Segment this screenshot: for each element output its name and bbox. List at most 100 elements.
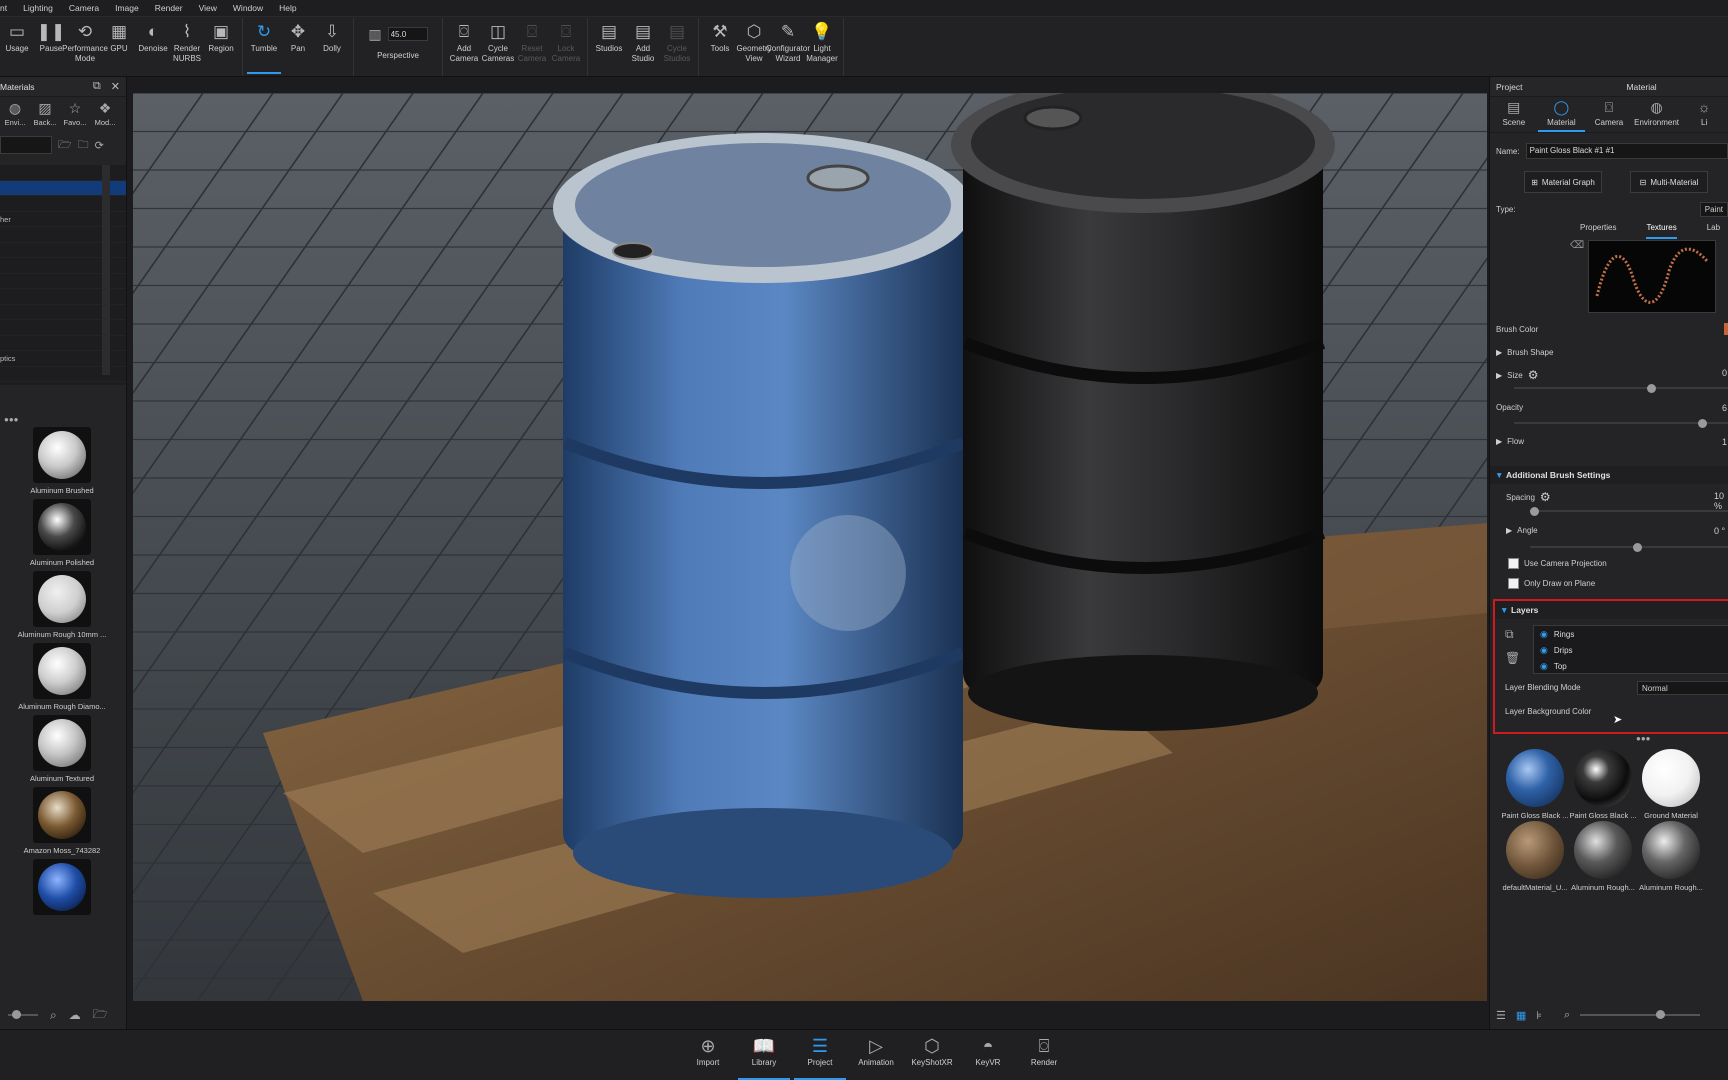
pan-button[interactable]: ✥ Pan [281, 22, 315, 74]
eye-icon[interactable]: ◉ [1540, 661, 1548, 672]
upload-cloud-icon[interactable]: ☁ [69, 1008, 81, 1022]
zoom-search-icon[interactable]: ⌕ [50, 1008, 57, 1023]
layer-item-rings[interactable]: ◉ Rings [1534, 626, 1728, 642]
dolly-button[interactable]: ⇩ Dolly [315, 22, 349, 74]
menu-help[interactable]: Help [271, 3, 304, 13]
render-viewport[interactable] [133, 93, 1487, 1001]
library-tab-mod[interactable]: ❖ Mod... [90, 100, 120, 133]
cycle-studios-button[interactable]: ▤ Cycle Studios [660, 22, 694, 74]
flow-row[interactable]: ▶ Flow [1496, 437, 1524, 446]
spacing-slider-knob[interactable] [1530, 506, 1539, 516]
layer-item-top[interactable]: ◉ Top [1534, 658, 1728, 674]
project-material-item[interactable]: Aluminum Rough... [1568, 821, 1638, 892]
cycle-cameras-button[interactable]: ◫ Cycle Cameras [481, 22, 515, 74]
project-material-item[interactable]: Aluminum Rough... [1636, 821, 1706, 892]
animation-button[interactable]: ▷ Animation [850, 1030, 902, 1080]
tab-li[interactable]: ☼ Li [1680, 99, 1728, 132]
region-button[interactable]: ▣ Region [204, 22, 238, 74]
list-view-icon[interactable]: ☰ [1496, 1009, 1506, 1022]
brush-shape-row[interactable]: ▶ Brush Shape [1496, 348, 1553, 357]
lock-camera-button[interactable]: ⌼ Lock Camera [549, 22, 583, 74]
angle-slider-knob[interactable] [1633, 542, 1642, 552]
size-row[interactable]: ▶ Size ⚙ [1496, 368, 1538, 382]
spacing-value[interactable]: 10 % [1714, 491, 1728, 511]
brush-color-swatch[interactable] [1724, 323, 1728, 335]
library-tab-back[interactable]: ▨ Back... [30, 100, 60, 133]
type-dropdown[interactable]: Paint [1699, 201, 1728, 217]
menu-view[interactable]: View [191, 3, 225, 13]
menu-window[interactable]: Window [225, 3, 271, 13]
menu-render[interactable]: Render [147, 3, 191, 13]
folder-open-icon[interactable]: 🗁 [93, 1005, 108, 1026]
menu-lighting[interactable]: Lighting [15, 3, 61, 13]
zoom-search-icon[interactable]: ⌕ [1564, 1009, 1570, 1022]
refresh-icon[interactable]: ⟳ [95, 139, 104, 152]
tools-button[interactable]: ⚒ Tools [703, 22, 737, 74]
project-material-item[interactable]: Paint Gloss Black ... [1568, 749, 1638, 820]
add-folder-icon[interactable]: 🗀 [78, 136, 89, 155]
reset-camera-button[interactable]: ⌼ Reset Camera [515, 22, 549, 74]
library-search-input[interactable] [0, 136, 52, 154]
eraser-icon[interactable]: ⌫ [1570, 240, 1584, 251]
studios-button[interactable]: ▤ Studios [592, 22, 626, 74]
thumbnail-size-slider[interactable] [8, 1010, 38, 1019]
size-slider-knob[interactable] [1647, 383, 1656, 393]
material-thumbnail[interactable] [0, 859, 124, 931]
library-tab-favo[interactable]: ☆ Favo... [60, 100, 90, 133]
menu-camera[interactable]: Camera [61, 3, 107, 13]
library-button[interactable]: 📖 Library [738, 1030, 790, 1080]
size-value[interactable]: 0 [1722, 368, 1727, 378]
render-nurbs-button[interactable]: ⌇ Render NURBS [170, 22, 204, 74]
material-thumbnail[interactable]: Aluminum Polished [0, 499, 124, 571]
library-tab-envi[interactable]: ◍ Envi... [0, 100, 30, 133]
material-thumbnail[interactable]: Aluminum Rough Diamo... [0, 643, 124, 715]
perspective-icon[interactable]: ▥ [368, 26, 381, 43]
panel-splitter-dots[interactable]: ●●● [1636, 734, 1651, 743]
performance-mode-button[interactable]: ⟲ Performance Mode [62, 22, 108, 74]
subtab-textures[interactable]: Textures [1646, 223, 1677, 239]
project-material-item[interactable]: Paint Gloss Black ... [1500, 749, 1570, 820]
tab-scene[interactable]: ▤ Scene [1490, 99, 1538, 132]
tree-view-icon[interactable]: ⊧ [1536, 1009, 1542, 1022]
gpu-button[interactable]: ▦ GPU [102, 22, 136, 74]
material-thumbnail[interactable]: Aluminum Textured [0, 715, 124, 787]
keyshotxr-button[interactable]: ⬡ KeyShotXR [906, 1030, 958, 1080]
thumbnail-size-slider[interactable] [1580, 1010, 1701, 1019]
project-material-item[interactable]: Ground Material [1636, 749, 1706, 820]
add-camera-button[interactable]: ⌼ Add Camera [447, 22, 481, 74]
use-camera-projection-checkbox[interactable] [1508, 558, 1519, 569]
angle-row[interactable]: ▶ Angle [1506, 526, 1538, 535]
tab-camera[interactable]: ⌼ Camera [1585, 99, 1633, 132]
layer-blending-dropdown[interactable]: Normal [1637, 681, 1728, 695]
material-name-input[interactable]: Paint Gloss Black #1 #1 [1525, 143, 1728, 159]
panel-splitter-dots[interactable]: ●●● [4, 415, 19, 424]
opacity-slider-knob[interactable] [1698, 418, 1707, 428]
grid-view-icon[interactable]: ▦ [1516, 1009, 1526, 1022]
add-studio-button[interactable]: ▤ Add Studio [626, 22, 660, 74]
render-button[interactable]: ⌼ Render [1018, 1030, 1070, 1080]
gear-icon[interactable]: ⚙ [1540, 490, 1551, 504]
angle-value[interactable]: 0 ° [1714, 526, 1725, 536]
eye-icon[interactable]: ◉ [1540, 645, 1548, 656]
light-manager-button[interactable]: 💡 Light Manager [805, 22, 839, 74]
use-camera-projection-row[interactable]: Use Camera Projection [1508, 558, 1607, 569]
tab-environment[interactable]: ◍ Environment [1633, 99, 1681, 132]
spacing-slider[interactable] [1530, 506, 1728, 516]
opacity-value[interactable]: 6 [1722, 403, 1727, 413]
layers-header[interactable]: ▼ Layers [1495, 601, 1728, 619]
tab-material[interactable]: ◯ Material [1537, 99, 1586, 132]
usage-button[interactable]: ▭ Usage [0, 22, 34, 74]
opacity-slider[interactable] [1514, 418, 1728, 428]
material-thumbnail[interactable]: Aluminum Rough 10mm ... [0, 571, 124, 643]
project-material-item[interactable]: defaultMaterial_U... [1500, 821, 1570, 892]
additional-brush-settings-header[interactable]: ▼ Additional Brush Settings [1490, 466, 1728, 484]
only-draw-on-plane-checkbox[interactable] [1508, 578, 1519, 589]
gear-icon[interactable]: ⚙ [1528, 368, 1539, 382]
tree-scrollbar[interactable] [102, 165, 110, 375]
subtab-properties[interactable]: Properties [1580, 223, 1616, 239]
trash-icon[interactable]: 🗑 [1505, 651, 1520, 665]
size-slider[interactable] [1514, 383, 1728, 393]
subtab-lab[interactable]: Lab [1707, 223, 1720, 239]
only-draw-on-plane-row[interactable]: Only Draw on Plane [1508, 578, 1595, 589]
project-button[interactable]: ☰ Project [794, 1030, 846, 1080]
